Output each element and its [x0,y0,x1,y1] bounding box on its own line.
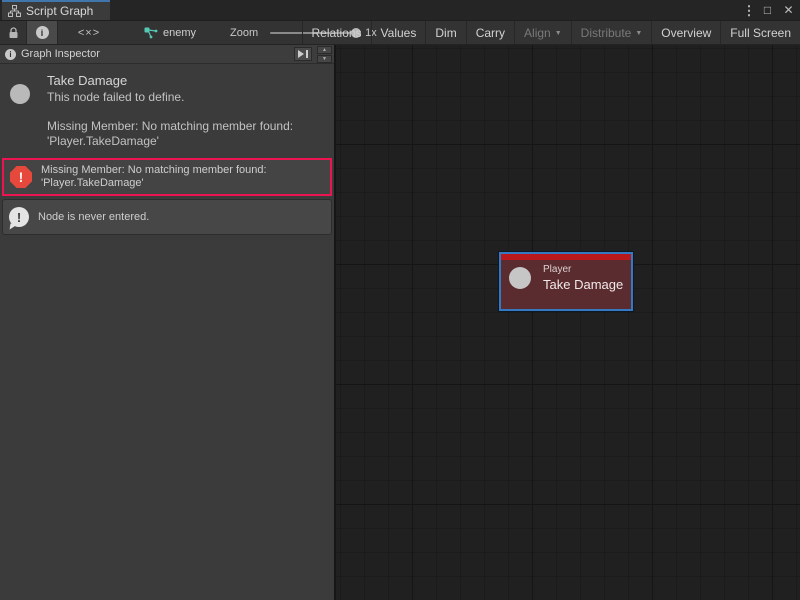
node-icon [10,84,30,104]
node-port-icon[interactable] [509,267,531,289]
error-message-box[interactable]: ! Missing Member: No matching member fou… [2,158,332,196]
chevron-down-icon: ▼ [635,30,642,37]
warning-icon: ! [9,207,29,227]
overview-button[interactable]: Overview [651,21,720,44]
node-title-label: Take Damage [543,277,623,292]
distribute-dropdown[interactable]: Distribute ▼ [571,21,652,44]
error-line1: Missing Member: No matching member found… [41,164,267,177]
align-dropdown[interactable]: Align ▼ [514,21,571,44]
error-line2: 'Player.TakeDamage' [41,177,267,190]
window-controls: ⋮ □ ✕ [743,0,797,20]
lock-icon [8,27,19,39]
scroll-up-button[interactable]: ▲ [317,46,332,54]
inspector-toggle-button[interactable]: i [26,21,58,44]
code-preview-button[interactable]: <×> [58,21,120,44]
node-body: Player Take Damage [501,260,631,298]
full-screen-button[interactable]: Full Screen [720,21,800,44]
graph-toolbar: i <×> enemy Zoom 1x Relations Values Dim… [0,20,800,45]
panel-scrollbar: ▲ ▼ [317,46,332,63]
lock-button[interactable] [0,21,26,44]
graph-icon [144,27,158,39]
zoom-label: Zoom [230,27,258,39]
carry-button[interactable]: Carry [466,21,514,44]
error-text: Missing Member: No matching member found… [41,164,267,190]
graph-tab-icon [8,5,21,17]
dock-right-icon [297,49,309,59]
error-icon: ! [10,166,32,188]
close-icon[interactable]: ✕ [780,2,797,19]
spacer [47,105,293,119]
toolbar-buttons: Relations Values Dim Carry Align ▼ Distr… [302,21,800,44]
take-damage-node[interactable]: Player Take Damage [499,252,633,311]
tab-script-graph[interactable]: Script Graph [2,0,110,20]
warning-text: Node is never entered. [38,211,149,224]
breadcrumb[interactable]: enemy [144,21,196,44]
warning-message-box[interactable]: ! Node is never entered. [2,199,332,235]
info-icon: i [36,26,49,39]
node-summary: Take Damage This node failed to define. … [0,64,334,149]
chevron-down-icon: ▼ [555,30,562,37]
node-group-label: Player [543,264,623,275]
missing-member-line1: Missing Member: No matching member found… [47,119,293,134]
node-summary-text: Take Damage This node failed to define. … [47,73,293,149]
graph-inspector-panel: i Graph Inspector ▲ ▼ Take Damage This n… [0,45,336,600]
missing-member-line2: 'Player.TakeDamage' [47,134,293,149]
inspector-title: Graph Inspector [21,48,100,60]
code-icon: <×> [78,27,100,39]
dock-panel-button[interactable] [294,47,312,61]
values-button[interactable]: Values [371,21,426,44]
node-status-text: This node failed to define. [47,90,293,105]
graph-canvas[interactable]: Player Take Damage [336,45,800,600]
maximize-icon[interactable]: □ [759,2,776,19]
tab-title: Script Graph [26,4,93,18]
scroll-down-button[interactable]: ▼ [317,55,332,63]
inspector-header: i Graph Inspector ▲ ▼ [0,45,334,64]
main-area: i Graph Inspector ▲ ▼ Take Damage This n… [0,45,800,600]
relations-button[interactable]: Relations [302,21,371,44]
dim-button[interactable]: Dim [425,21,465,44]
breadcrumb-label: enemy [163,27,196,39]
window-menu-icon[interactable]: ⋮ [743,2,755,19]
window-titlebar: Script Graph ⋮ □ ✕ [0,0,800,20]
info-icon: i [5,49,16,60]
node-labels: Player Take Damage [543,264,623,292]
node-summary-title: Take Damage [47,73,293,88]
